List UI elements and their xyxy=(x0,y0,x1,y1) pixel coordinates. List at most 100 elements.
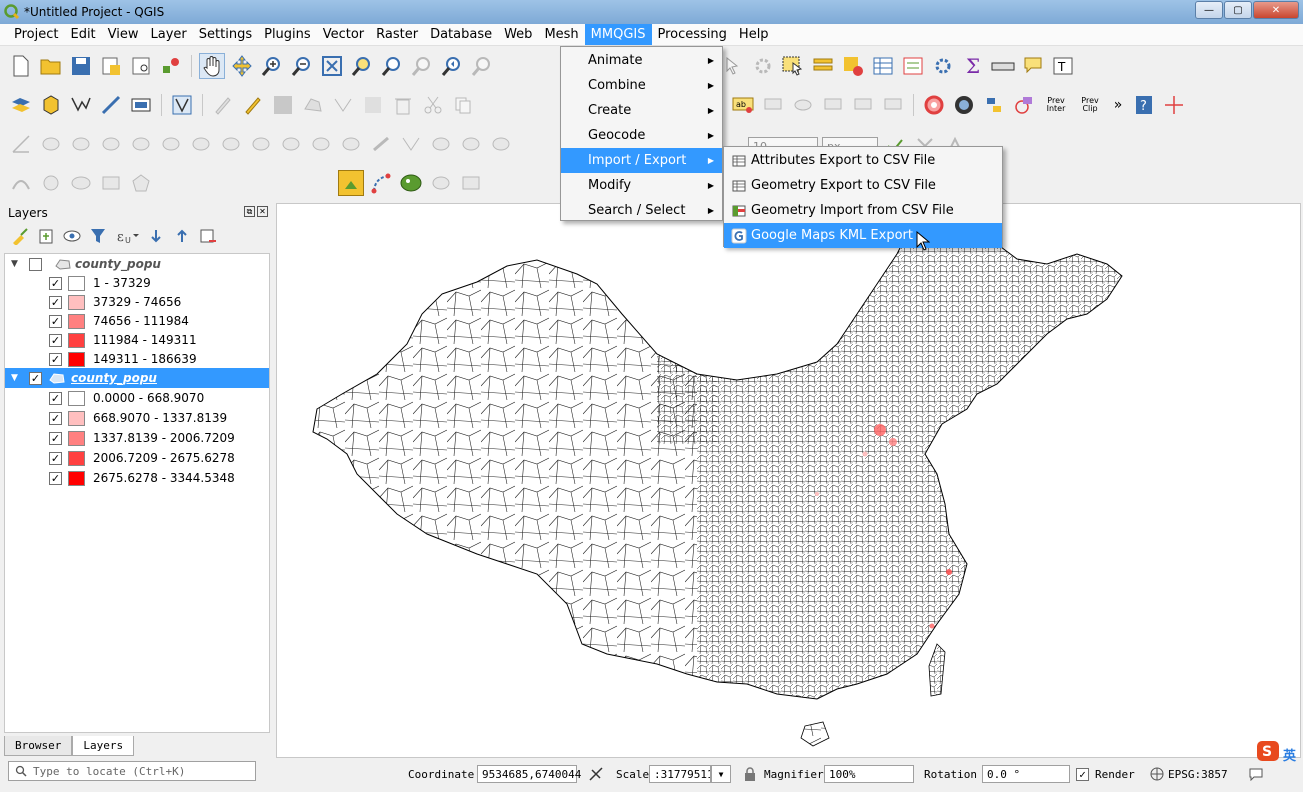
tab-layers[interactable]: Layers xyxy=(72,736,135,756)
add-regular-polygon-icon[interactable] xyxy=(128,170,154,196)
menu-settings[interactable]: Settings xyxy=(193,24,258,45)
menu-edit[interactable]: Edit xyxy=(64,24,101,45)
menu-plugins[interactable]: Plugins xyxy=(258,24,317,45)
delete-ring-icon[interactable] xyxy=(128,131,154,157)
zoom-native-icon[interactable] xyxy=(409,53,435,79)
add-rectangle-icon[interactable] xyxy=(98,170,124,196)
plugin-leaf-icon[interactable] xyxy=(398,170,424,196)
add-circle-icon[interactable] xyxy=(38,170,64,196)
deselect-icon[interactable] xyxy=(840,53,866,79)
identify-icon[interactable] xyxy=(720,53,746,79)
messages-bubble-icon[interactable] xyxy=(1248,764,1264,784)
close-button[interactable]: ✕ xyxy=(1253,1,1299,19)
legend-item[interactable]: ✓ 1337.8139 - 2006.7209 xyxy=(5,428,269,448)
menu-database[interactable]: Database xyxy=(424,24,498,45)
coordinate-field[interactable]: 9534685,6740044 xyxy=(477,765,581,783)
legend-item[interactable]: ✓ 149311 - 186639 xyxy=(5,349,269,369)
reshape-icon[interactable] xyxy=(188,131,214,157)
menu-processing[interactable]: Processing xyxy=(652,24,733,45)
print-layout-icon[interactable] xyxy=(128,53,154,79)
layer-visibility-checkbox[interactable] xyxy=(29,257,42,271)
data-source-manager-icon[interactable] xyxy=(8,92,34,118)
locator-search[interactable]: Type to locate (Ctrl+K) xyxy=(8,761,256,781)
offset-curve-icon[interactable] xyxy=(218,131,244,157)
maximize-button[interactable]: ▢ xyxy=(1224,1,1252,19)
menu-item-geocode[interactable]: Geocode ▶ xyxy=(561,123,722,148)
collapse-arrow-icon[interactable]: ▼ xyxy=(11,259,18,269)
shape-tool-icon[interactable] xyxy=(428,170,454,196)
fill-ring-icon[interactable] xyxy=(98,131,124,157)
open-project-icon[interactable] xyxy=(38,53,64,79)
zoom-layer-icon[interactable] xyxy=(379,53,405,79)
label-tool-icon[interactable]: ab xyxy=(730,92,756,118)
expand-all-icon[interactable] xyxy=(146,226,166,246)
map-canvas[interactable] xyxy=(276,203,1301,758)
save-edits-icon[interactable] xyxy=(270,92,296,118)
field-calculator-icon[interactable] xyxy=(900,53,926,79)
menu-item-geometry-export-csv[interactable]: Geometry Export to CSV File xyxy=(724,173,1002,198)
ime-indicator[interactable]: 英 xyxy=(1283,744,1296,764)
prev-inter-button[interactable]: Prev Inter xyxy=(1041,92,1071,118)
cut-scissors-icon[interactable] xyxy=(420,92,446,118)
select-by-value-icon[interactable] xyxy=(810,53,836,79)
menu-item-create[interactable]: Create ▶ xyxy=(561,98,722,123)
legend-item[interactable]: ✓ 111984 - 149311 xyxy=(5,330,269,350)
add-group-icon[interactable] xyxy=(36,226,56,246)
lock-scale-icon[interactable] xyxy=(744,764,756,784)
new-project-icon[interactable] xyxy=(8,53,34,79)
pan-to-selection-icon[interactable] xyxy=(229,53,255,79)
add-circular-string-icon[interactable] xyxy=(8,170,34,196)
pan-hand-icon[interactable] xyxy=(199,53,225,79)
prev-clip-button[interactable]: Prev Clip xyxy=(1075,92,1105,118)
menu-web[interactable]: Web xyxy=(498,24,538,45)
copy-icon[interactable] xyxy=(450,92,476,118)
tab-browser[interactable]: Browser xyxy=(4,736,73,756)
zoom-in-icon[interactable] xyxy=(259,53,285,79)
pin-labels-icon[interactable] xyxy=(760,92,786,118)
zoom-last-icon[interactable] xyxy=(439,53,465,79)
menu-help[interactable]: Help xyxy=(733,24,775,45)
menu-mesh[interactable]: Mesh xyxy=(538,24,584,45)
statistics-sigma-icon[interactable]: Σ xyxy=(960,53,986,79)
scale-field[interactable]: :31779511 xyxy=(649,765,711,783)
curve-tool-icon[interactable] xyxy=(368,170,394,196)
processing-toolbox-icon[interactable] xyxy=(930,53,956,79)
close-panel-button[interactable]: ✕ xyxy=(257,206,268,217)
save-as-icon[interactable] xyxy=(98,53,124,79)
collapse-arrow-icon[interactable]: ▼ xyxy=(11,373,18,383)
menu-item-import-export[interactable]: Import / Export ▶ xyxy=(561,148,722,173)
menu-item-geometry-import-csv[interactable]: Geometry Import from CSV File xyxy=(724,198,1002,223)
show-hide-labels-icon[interactable] xyxy=(790,92,816,118)
menu-item-google-maps-kml-export[interactable]: Google Maps KML Export xyxy=(724,223,1002,248)
rotate-label-icon[interactable] xyxy=(850,92,876,118)
measure-ruler-icon[interactable] xyxy=(990,53,1016,79)
class-checkbox[interactable]: ✓ xyxy=(49,471,62,485)
crs-globe-icon[interactable] xyxy=(1150,764,1164,784)
delete-trash-icon[interactable] xyxy=(390,92,416,118)
class-checkbox[interactable]: ✓ xyxy=(49,333,62,347)
plugin-globe-icon[interactable] xyxy=(951,92,977,118)
remove-layer-icon[interactable] xyxy=(198,226,218,246)
legend-item[interactable]: ✓ 2006.7209 - 2675.6278 xyxy=(5,448,269,468)
vertex-tool-icon[interactable] xyxy=(330,92,356,118)
plugin-ring-icon[interactable] xyxy=(921,92,947,118)
legend-item[interactable]: ✓ 74656 - 111984 xyxy=(5,311,269,331)
change-label-icon[interactable] xyxy=(880,92,906,118)
new-layer-icon[interactable] xyxy=(38,92,64,118)
plugin-shape-icon[interactable] xyxy=(1011,92,1037,118)
toolbar-more-button[interactable]: » xyxy=(1109,92,1127,118)
menu-item-combine[interactable]: Combine ▶ xyxy=(561,73,722,98)
menu-item-search-select[interactable]: Search / Select ▶ xyxy=(561,198,722,223)
scissor-split-icon[interactable] xyxy=(458,131,484,157)
legend-item[interactable]: ✓ 0.0000 - 668.9070 xyxy=(5,388,269,408)
menu-vector[interactable]: Vector xyxy=(317,24,370,45)
toggle-editing-pencil-icon[interactable] xyxy=(240,92,266,118)
float-panel-button[interactable]: ⧉ xyxy=(244,206,255,217)
layer-row[interactable]: ▼ county_popu xyxy=(5,254,269,274)
layer-visibility-checkbox[interactable]: ✓ xyxy=(29,371,42,385)
menu-mmqgis[interactable]: MMQGIS xyxy=(584,24,652,45)
shape-tool2-icon[interactable] xyxy=(458,170,484,196)
add-ring-icon[interactable] xyxy=(38,131,64,157)
filter-expression-icon[interactable]: εU xyxy=(114,226,140,246)
add-part-icon[interactable] xyxy=(68,131,94,157)
